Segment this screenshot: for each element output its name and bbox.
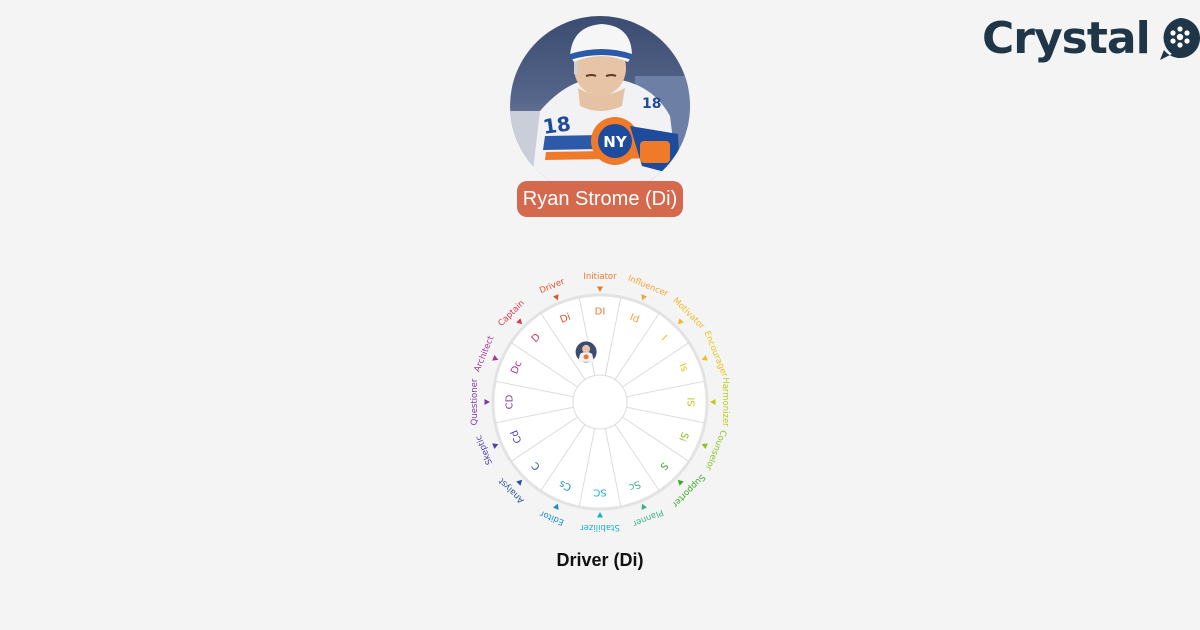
segment-marker-initiator	[597, 286, 603, 292]
segment-type-influencer[interactable]: Influencer	[626, 274, 670, 300]
segment-marker-analyst	[516, 479, 523, 486]
disc-wheel-graphic: DIInitiatorIdInfluencerIMotivatorIs Encou…	[470, 272, 730, 532]
profile-name-badge: Ryan Strome (Di)	[517, 181, 683, 217]
segment-code-initiator: DI	[595, 307, 606, 318]
segment-type-counselor[interactable]: Counselor	[703, 428, 729, 472]
personality-type-label: Driver (Di)	[556, 550, 644, 570]
segment-marker-architect	[492, 355, 499, 361]
segment-type-analyst[interactable]: Analyst	[496, 475, 526, 505]
disc-personality-wheel: DI Initiator Id Influencer I Motivator Is Encou…	[470, 272, 730, 532]
segment-marker-driver	[553, 294, 559, 301]
marker-avatar-face	[582, 344, 591, 353]
segment-marker-influencer	[641, 294, 647, 301]
crystal-logo[interactable]: Crystal	[982, 14, 1200, 64]
segment-code-stabilizer: SC	[593, 487, 606, 498]
segment-type-architect[interactable]: Architect	[473, 334, 497, 374]
svg-text:18: 18	[541, 111, 572, 139]
profile-photo: NY 18 18	[510, 16, 690, 196]
marker-avatar-logo	[583, 354, 589, 360]
segment-code-harmonizer: IS	[685, 397, 696, 406]
segment-marker-motivator	[677, 318, 684, 325]
svg-text:18: 18	[642, 96, 661, 112]
segment-marker-supporter	[677, 479, 684, 486]
segment-marker-captain	[516, 318, 523, 325]
segment-type-encourager[interactable]: Encourager	[702, 330, 730, 379]
segment-marker-encourager	[701, 355, 708, 361]
crystal-flower-chat-icon	[1159, 18, 1200, 60]
segment-type-initiator[interactable]: Initiator	[583, 272, 617, 282]
segment-marker-questioner	[484, 399, 490, 405]
segment-marker-editor	[553, 503, 559, 510]
segment-type-driver[interactable]: Driver	[538, 277, 566, 296]
segment-marker-stabilizer	[597, 512, 603, 518]
svg-text:NY: NY	[603, 133, 628, 151]
segment-marker-skeptic	[492, 443, 499, 449]
logo-wordmark: Crystal	[982, 13, 1151, 64]
segment-marker-harmonizer	[710, 399, 716, 405]
segment-marker-planner	[641, 503, 647, 510]
segment-type-questioner[interactable]: Questioner	[470, 378, 480, 425]
segment-marker-counselor	[701, 443, 708, 449]
selected-type-marker	[574, 340, 598, 364]
segment-type-harmonizer[interactable]: Harmonizer	[720, 377, 730, 427]
segment-type-stabilizer[interactable]: Stabilizer	[580, 522, 620, 532]
segment-type-editor[interactable]: Editor	[538, 508, 566, 527]
hockey-player-portrait: NY 18 18	[510, 16, 690, 196]
segment-type-planner[interactable]: Planner	[631, 507, 665, 529]
wheel-center	[572, 374, 628, 430]
segment-type-skeptic[interactable]: Skeptic	[474, 433, 495, 466]
segment-code-questioner: CD	[505, 394, 516, 409]
share-card: Crystal NY 18 18 Ryan Strome (Di) DI Ini…	[0, 0, 1200, 630]
